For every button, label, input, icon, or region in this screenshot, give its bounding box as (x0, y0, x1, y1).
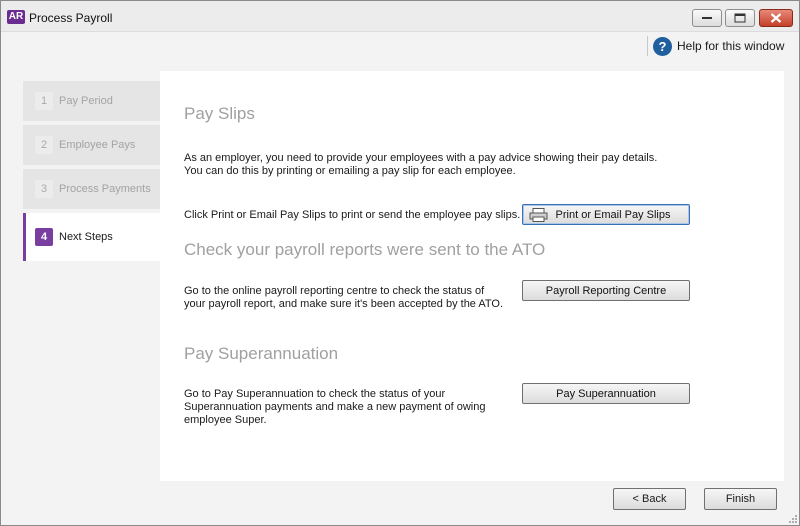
step-label: Employee Pays (59, 139, 136, 151)
super-title: Pay Superannuation (184, 344, 339, 363)
ato-text-line2: your payroll report, and make sure it's … (184, 298, 504, 310)
back-button[interactable]: < Back (613, 488, 686, 510)
pay-slips-title: Pay Slips (184, 104, 255, 123)
minimize-button[interactable] (692, 9, 722, 27)
content-area: 1 Pay Period 2 Employee Pays 3 Process P… (9, 71, 792, 481)
steps-sidebar: 1 Pay Period 2 Employee Pays 3 Process P… (23, 81, 160, 265)
help-divider (647, 36, 648, 56)
payroll-reporting-centre-button[interactable]: Payroll Reporting Centre (522, 280, 690, 301)
help-icon: ? (653, 36, 672, 56)
print-email-payslips-button[interactable]: Print or Email Pay Slips (522, 204, 690, 225)
help-label: Help for this window (677, 39, 785, 53)
step-next-steps[interactable]: 4 Next Steps (23, 213, 160, 261)
ato-title: Check your payroll reports were sent to … (184, 240, 546, 259)
process-payroll-window: AR Process Payroll ? Help for this windo… (0, 0, 800, 526)
step-pay-period[interactable]: 1 Pay Period (23, 81, 160, 121)
finish-button[interactable]: Finish (704, 488, 777, 510)
step-process-payments[interactable]: 3 Process Payments (23, 169, 160, 209)
step-label: Pay Period (59, 95, 113, 107)
step-number: 1 (35, 92, 53, 110)
print-email-payslips-label: Print or Email Pay Slips (555, 208, 671, 221)
printer-icon (529, 208, 548, 222)
next-steps-panel: Pay Slips As an employer, you need to pr… (160, 71, 784, 481)
pay-superannuation-button[interactable]: Pay Superannuation (522, 383, 690, 404)
step-number: 3 (35, 180, 53, 198)
help-bar: ? Help for this window (2, 32, 798, 59)
super-text-line2: Superannuation payments and make a new p… (184, 401, 486, 413)
step-label: Process Payments (59, 183, 151, 195)
close-button[interactable] (759, 9, 793, 27)
ato-text-line1: Go to the online payroll reporting centr… (184, 285, 485, 297)
window-title: Process Payroll (29, 11, 113, 25)
step-number: 2 (35, 136, 53, 154)
close-icon (770, 13, 782, 23)
step-number: 4 (35, 228, 53, 246)
step-label: Next Steps (59, 231, 113, 243)
help-link[interactable]: ? Help for this window (653, 35, 784, 57)
super-text-line3: employee Super. (184, 414, 267, 426)
pay-slips-intro-line2: You can do this by printing or emailing … (184, 165, 516, 177)
minimize-icon (702, 17, 712, 19)
maximize-icon (734, 13, 746, 23)
super-text-line1: Go to Pay Superannuation to check the st… (184, 388, 446, 400)
app-logo-icon: AR (7, 10, 25, 24)
step-employee-pays[interactable]: 2 Employee Pays (23, 125, 160, 165)
maximize-button[interactable] (725, 9, 755, 27)
pay-slips-intro-line1: As an employer, you need to provide your… (184, 152, 658, 164)
title-bar: AR Process Payroll (1, 1, 799, 32)
resize-grip-icon[interactable] (788, 514, 798, 524)
pay-slips-instruction: Click Print or Email Pay Slips to print … (184, 209, 521, 221)
